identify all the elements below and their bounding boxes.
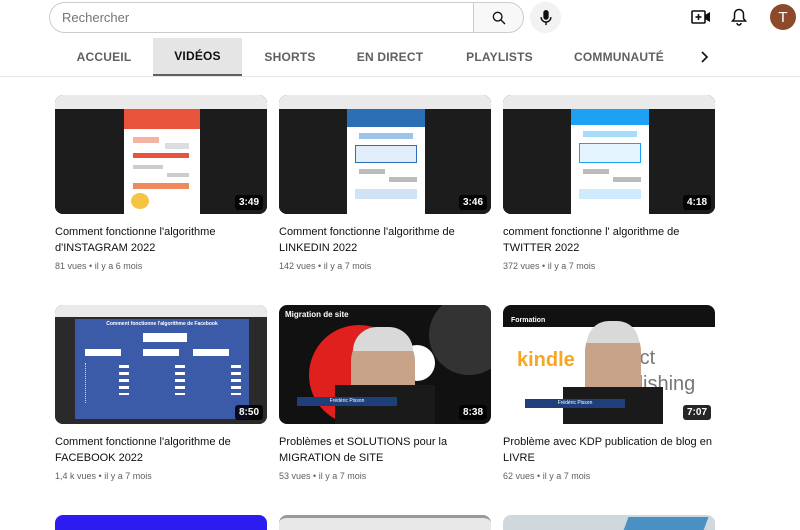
meta-separator: • xyxy=(537,471,541,481)
video-thumbnail[interactable]: 3:46 xyxy=(279,95,491,214)
video-title[interactable]: Problème avec KDP publication de blog en… xyxy=(503,434,715,466)
view-count: 81 vues xyxy=(55,261,87,271)
video-title[interactable]: Problèmes et SOLUTIONS pour la MIGRATION… xyxy=(279,434,491,466)
meta-separator: • xyxy=(313,471,317,481)
upload-age: il y a 7 mois xyxy=(318,471,367,481)
video-title[interactable]: comment fonctionne l' algorithme de TWIT… xyxy=(503,224,715,256)
channel-tabs: ACCUEIL VIDÉOS SHORTS EN DIRECT PLAYLIST… xyxy=(0,38,800,77)
video-duration: 3:46 xyxy=(458,195,487,210)
video-meta: 1,4 k vues • il y a 7 mois xyxy=(55,471,267,481)
meta-separator: • xyxy=(318,261,322,271)
tab-communaute[interactable]: COMMUNAUTÉ xyxy=(564,38,674,76)
view-count: 142 vues xyxy=(279,261,316,271)
tab-shorts[interactable]: SHORTS xyxy=(245,38,335,76)
video-card[interactable]: Migration de site Frédéric Pisson 8:38 P… xyxy=(279,305,491,481)
avatar-initial: T xyxy=(778,8,788,26)
video-card[interactable]: 3:46 Comment fonctionne l'algorithme de … xyxy=(279,95,491,271)
video-title[interactable]: Comment fonctionne l'algorithme d'INSTAG… xyxy=(55,224,267,256)
meta-separator: • xyxy=(542,261,546,271)
video-card[interactable]: 4:18 comment fonctionne l' algorithme de… xyxy=(503,95,715,271)
video-add-icon xyxy=(691,10,710,24)
video-duration: 7:07 xyxy=(682,405,711,420)
thumbnail-caption: Formation xyxy=(511,317,546,324)
upload-age: il y a 7 mois xyxy=(542,471,591,481)
video-meta: 372 vues • il y a 7 mois xyxy=(503,261,715,271)
video-duration: 8:50 xyxy=(234,405,263,420)
meta-separator: • xyxy=(89,261,93,271)
video-thumbnail-partial[interactable] xyxy=(503,515,715,530)
video-thumbnail[interactable]: 4:18 xyxy=(503,95,715,214)
tabs-next-button[interactable] xyxy=(694,47,714,67)
view-count: 62 vues xyxy=(503,471,535,481)
upload-age: il y a 6 mois xyxy=(94,261,143,271)
video-thumbnail-partial[interactable] xyxy=(55,515,267,530)
presenter-name: Frédéric Pisson xyxy=(297,397,397,406)
view-count: 372 vues xyxy=(503,261,540,271)
chevron-right-icon xyxy=(701,51,709,63)
video-meta: 142 vues • il y a 7 mois xyxy=(279,261,491,271)
thumbnail-caption: Migration de site xyxy=(285,310,349,319)
video-title[interactable]: Comment fonctionne l'algorithme de FACEB… xyxy=(55,434,267,466)
video-duration: 3:49 xyxy=(234,195,263,210)
tab-en-direct[interactable]: EN DIRECT xyxy=(340,38,440,76)
create-video-button[interactable] xyxy=(688,4,714,30)
tab-accueil[interactable]: ACCUEIL xyxy=(58,38,150,76)
video-meta: 62 vues • il y a 7 mois xyxy=(503,471,715,481)
thumbnail-caption: Comment fonctionne l'algorithme de Faceb… xyxy=(106,321,218,327)
meta-separator: • xyxy=(98,471,102,481)
video-thumbnail-partial[interactable] xyxy=(279,515,491,530)
notifications-button[interactable] xyxy=(726,4,752,30)
voice-search-button[interactable] xyxy=(530,2,561,33)
avatar[interactable]: T xyxy=(770,4,796,30)
upload-age: il y a 7 mois xyxy=(323,261,372,271)
video-duration: 8:38 xyxy=(458,405,487,420)
video-card[interactable]: Comment fonctionne l'algorithme de Faceb… xyxy=(55,305,267,481)
video-meta: 53 vues • il y a 7 mois xyxy=(279,471,491,481)
upload-age: il y a 7 mois xyxy=(104,471,152,481)
search-input[interactable] xyxy=(49,2,474,33)
top-bar: T xyxy=(0,0,800,36)
search-icon xyxy=(492,11,505,24)
video-duration: 4:18 xyxy=(682,195,711,210)
presenter-name: Frédéric Pisson xyxy=(525,399,625,408)
video-card[interactable]: Formation kindle Direct Publishing Frédé… xyxy=(503,305,715,481)
video-meta: 81 vues • il y a 6 mois xyxy=(55,261,267,271)
view-count: 53 vues xyxy=(279,471,311,481)
video-thumbnail[interactable]: Comment fonctionne l'algorithme de Faceb… xyxy=(55,305,267,424)
video-thumbnail[interactable]: 3:49 xyxy=(55,95,267,214)
bell-icon xyxy=(731,8,747,26)
tab-videos[interactable]: VIDÉOS xyxy=(153,38,242,76)
view-count: 1,4 k vues xyxy=(55,471,97,481)
video-thumbnail[interactable]: Formation kindle Direct Publishing Frédé… xyxy=(503,305,715,424)
tab-playlists[interactable]: PLAYLISTS xyxy=(452,38,547,76)
video-card[interactable]: 3:49 Comment fonctionne l'algorithme d'I… xyxy=(55,95,267,271)
search-button[interactable] xyxy=(473,2,524,33)
video-title[interactable]: Comment fonctionne l'algorithme de LINKE… xyxy=(279,224,491,256)
microphone-icon xyxy=(539,9,552,25)
video-thumbnail[interactable]: Migration de site Frédéric Pisson 8:38 xyxy=(279,305,491,424)
upload-age: il y a 7 mois xyxy=(547,261,596,271)
kindle-logo: kindle xyxy=(517,349,575,371)
